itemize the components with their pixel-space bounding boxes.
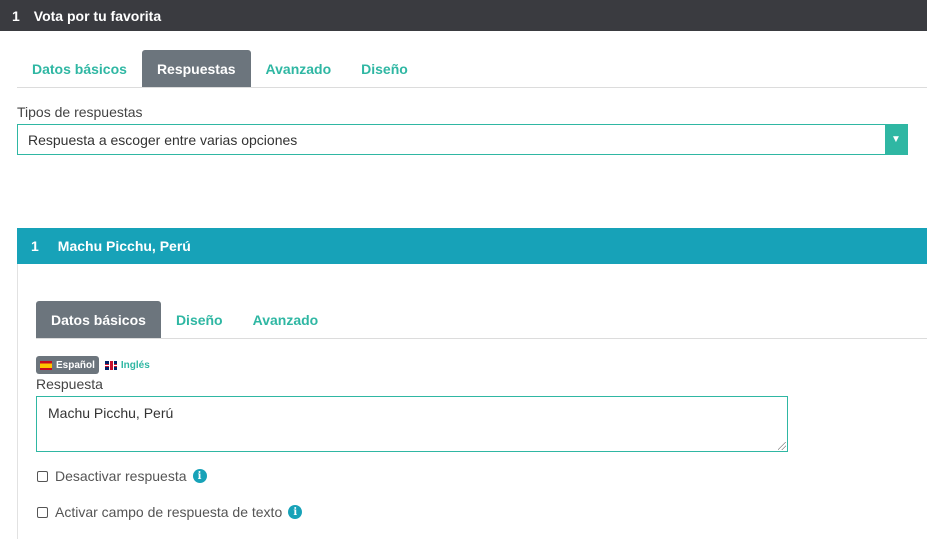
uk-flag-icon [104, 360, 117, 370]
tab-diseno[interactable]: Diseño [346, 50, 423, 87]
language-ingles[interactable]: Inglés [104, 359, 150, 371]
language-ingles-label: Inglés [120, 359, 150, 371]
answer-number: 1 [31, 238, 39, 254]
respuesta-value: Machu Picchu, Perú [48, 405, 174, 421]
spain-flag-icon [40, 360, 52, 370]
question-title: Vota por tu favorita [33, 7, 162, 24]
main-tabs: Datos básicos Respuestas Avanzado Diseño [17, 50, 423, 87]
activar-campo-texto-checkbox[interactable] [37, 506, 48, 518]
desactivar-respuesta-row: Desactivar respuesta i [37, 468, 207, 484]
tabs-divider [17, 87, 927, 88]
answer-types-value: Respuesta a escoger entre varias opcione… [28, 131, 298, 148]
activar-campo-texto-row: Activar campo de respuesta de texto i [37, 504, 303, 520]
desactivar-respuesta-label[interactable]: Desactivar respuesta [55, 468, 187, 484]
respuesta-textarea[interactable]: Machu Picchu, Perú [36, 396, 788, 452]
resize-handle-icon[interactable] [778, 442, 786, 450]
answer-types-label: Tipos de respuestas [17, 104, 143, 120]
desactivar-respuesta-checkbox[interactable] [37, 470, 48, 482]
answer-tab-diseno[interactable]: Diseño [161, 301, 238, 338]
tab-avanzado[interactable]: Avanzado [251, 50, 347, 87]
caret-down-icon[interactable]: ▼ [885, 125, 907, 154]
answer-title: Machu Picchu, Perú [57, 238, 191, 254]
tab-respuestas[interactable]: Respuestas [141, 50, 251, 87]
question-number: 1 [12, 7, 20, 24]
answer-tab-datos-basicos[interactable]: Datos básicos [36, 301, 161, 338]
language-espanol[interactable]: Español [36, 356, 99, 374]
info-icon[interactable]: i [192, 469, 207, 483]
tab-datos-basicos[interactable]: Datos básicos [17, 50, 142, 87]
answer-tabs-divider [36, 338, 927, 339]
answer-card-header[interactable]: 1 Machu Picchu, Perú [17, 228, 927, 264]
respuesta-label: Respuesta [36, 376, 103, 392]
answer-card [17, 228, 927, 539]
answer-tab-avanzado[interactable]: Avanzado [238, 301, 334, 338]
answer-tabs: Datos básicos Diseño Avanzado [36, 301, 333, 338]
info-icon[interactable]: i [288, 505, 303, 519]
activar-campo-texto-label[interactable]: Activar campo de respuesta de texto [55, 504, 282, 520]
language-espanol-label: Español [56, 359, 95, 371]
question-header: 1 Vota por tu favorita [0, 0, 927, 31]
language-switch: Español Inglés [36, 356, 150, 374]
answer-types-select[interactable]: Respuesta a escoger entre varias opcione… [17, 124, 908, 155]
